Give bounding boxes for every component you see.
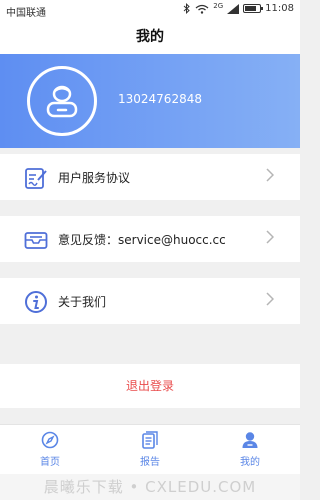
tab-label: 我的 xyxy=(240,457,260,468)
profile-header: 13024762848 xyxy=(0,54,300,148)
compass-icon xyxy=(41,431,59,449)
menu-item-feedback[interactable]: 意见反馈：service@huocc.cc xyxy=(0,216,300,262)
chevron-right-icon xyxy=(266,292,274,306)
menu-item-label: 用户服务协议 xyxy=(58,171,131,185)
document-edit-icon xyxy=(25,168,47,189)
menu-item-label: 意见反馈：service@huocc.cc xyxy=(58,233,226,247)
battery-fill xyxy=(245,6,256,11)
tab-label: 首页 xyxy=(40,457,60,468)
phone-number: 13024762848 xyxy=(118,92,202,106)
mail-tray-icon xyxy=(24,232,48,249)
tab-label: 报告 xyxy=(140,457,160,468)
status-bar: 中国联通 2G 11:08 xyxy=(0,0,300,20)
tab-bar: 首页 报告 我的 xyxy=(0,424,300,474)
status-icons: 2G 11:08 xyxy=(183,1,294,14)
watermark: 晨曦乐下载 • CXLEDU.COM xyxy=(0,474,300,500)
report-icon xyxy=(142,431,158,449)
avatar[interactable] xyxy=(27,66,97,136)
bluetooth-icon xyxy=(183,3,191,14)
chevron-right-icon xyxy=(266,230,274,244)
time-label: 11:08 xyxy=(265,3,294,14)
chevron-right-icon xyxy=(266,168,274,182)
tab-mine[interactable]: 我的 xyxy=(220,431,280,468)
user-icon xyxy=(242,432,258,448)
signal-icon xyxy=(227,3,240,14)
menu-item-user-agreement[interactable]: 用户服务协议 xyxy=(0,154,300,200)
wifi-icon xyxy=(195,4,209,14)
menu-item-label: 关于我们 xyxy=(58,295,107,309)
info-icon xyxy=(25,291,47,313)
menu-item-about-us[interactable]: 关于我们 xyxy=(0,278,300,324)
battery-icon xyxy=(243,4,264,13)
logout-button[interactable]: 退出登录 xyxy=(0,364,300,408)
tab-home[interactable]: 首页 xyxy=(20,431,80,468)
page-title: 我的 xyxy=(0,20,300,54)
network-type-label: 2G xyxy=(213,1,224,10)
tab-report[interactable]: 报告 xyxy=(120,431,180,468)
user-avatar-icon xyxy=(46,85,78,118)
carrier-label: 中国联通 xyxy=(6,8,46,19)
